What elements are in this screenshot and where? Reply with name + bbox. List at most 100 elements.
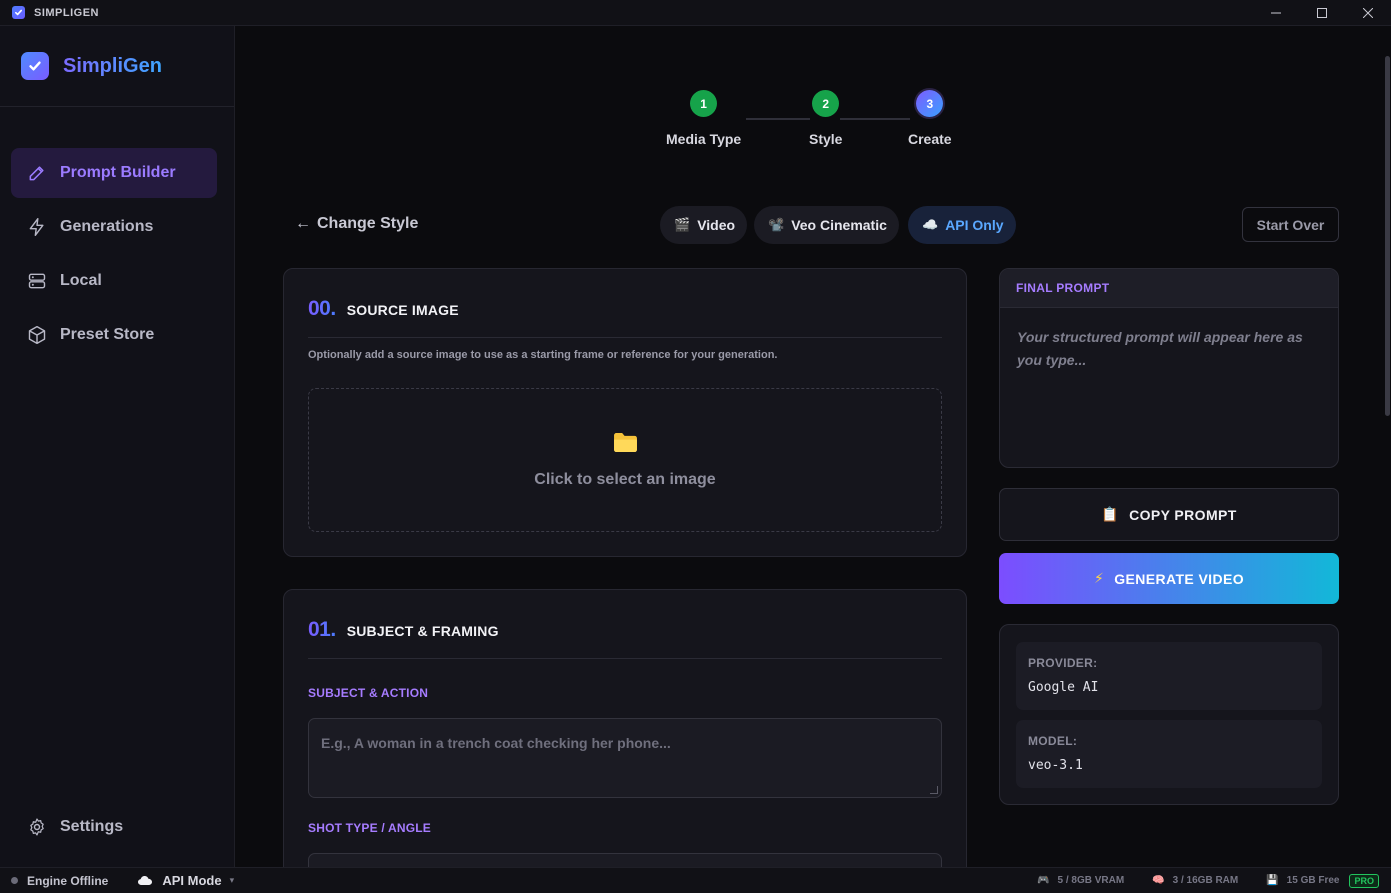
- sidebar-item-settings[interactable]: Settings: [11, 805, 218, 849]
- clapperboard-icon: 🎬: [674, 217, 691, 232]
- step-label: Media Type: [666, 131, 742, 147]
- brand-name: SimpliGen: [63, 54, 162, 77]
- step-connector: [840, 118, 910, 120]
- final-prompt-output: Your structured prompt will appear here …: [1017, 329, 1303, 368]
- main-content: 1 Media Type 2 Style 3 Create ← Change S…: [235, 26, 1383, 867]
- ram-stat: 🧠 3 / 16GB RAM: [1152, 875, 1238, 886]
- maximize-button[interactable]: [1299, 0, 1345, 26]
- step-number: 2: [812, 90, 840, 117]
- sidebar-item-preset-store[interactable]: Preset Store: [11, 310, 217, 360]
- provider-value: Google AI: [1028, 680, 1099, 695]
- minimize-icon: [1271, 12, 1281, 14]
- cloud-icon: [138, 876, 153, 885]
- shot-type-input[interactable]: [308, 853, 942, 867]
- title-bar: SIMPLIGEN: [0, 0, 1391, 26]
- main-scrollbar[interactable]: [1383, 26, 1391, 867]
- step-style[interactable]: 2 Style: [809, 90, 842, 147]
- arrow-left-icon: ←: [295, 215, 311, 232]
- resize-handle-icon[interactable]: [930, 786, 938, 794]
- sidebar: SimpliGen Prompt Builder Generations Loc…: [0, 26, 235, 867]
- close-button[interactable]: [1345, 0, 1391, 26]
- app-logo-icon: [12, 6, 25, 19]
- section-number: 01.: [308, 618, 336, 641]
- disk-value: 15 GB Free: [1286, 875, 1340, 886]
- gamepad-icon: 🎮: [1037, 875, 1050, 886]
- chip-api-only[interactable]: ☁️ API Only: [908, 206, 1016, 244]
- api-mode-selector[interactable]: API Mode ▾: [138, 873, 234, 888]
- vram-value: 5 / 8GB VRAM: [1057, 875, 1125, 886]
- clipboard-icon: 📋: [1101, 506, 1120, 522]
- section-number: 00.: [308, 297, 336, 320]
- model-key: MODEL:: [1028, 734, 1078, 748]
- floppy-disk-icon: 💾: [1266, 875, 1279, 886]
- model-box: MODEL: veo-3.1: [1016, 720, 1322, 788]
- change-style-label: Change Style: [317, 215, 419, 232]
- ram-value: 3 / 16GB RAM: [1172, 875, 1239, 886]
- chip-veo-cinematic[interactable]: 📽️ Veo Cinematic: [754, 206, 899, 244]
- step-label: Create: [908, 131, 952, 147]
- settings-label: Settings: [60, 818, 124, 835]
- engine-status-dot: [11, 877, 18, 884]
- divider: [308, 337, 942, 338]
- provider-key: PROVIDER:: [1028, 656, 1098, 670]
- sidebar-nav: Prompt Builder Generations Local Preset …: [0, 107, 234, 360]
- subject-action-input[interactable]: E.g., A woman in a trench coat checking …: [308, 718, 942, 798]
- server-icon: [28, 273, 46, 289]
- dropzone-label: Click to select an image: [534, 470, 716, 488]
- chevron-down-icon: ▾: [229, 875, 235, 885]
- box-icon: [28, 325, 46, 345]
- stepper: 1 Media Type 2 Style 3 Create: [662, 90, 962, 150]
- step-media-type[interactable]: 1 Media Type: [666, 90, 741, 147]
- sidebar-item-label: Generations: [60, 218, 154, 235]
- api-mode-label: API Mode: [162, 873, 222, 888]
- sidebar-item-generations[interactable]: Generations: [11, 202, 217, 252]
- pen-icon: [29, 166, 44, 181]
- start-over-button[interactable]: Start Over: [1242, 207, 1339, 242]
- sidebar-item-prompt-builder[interactable]: Prompt Builder: [11, 148, 217, 198]
- gear-icon: [30, 818, 44, 836]
- chip-label: API Only: [945, 217, 1004, 233]
- brain-icon: 🧠: [1152, 875, 1165, 886]
- generate-video-label: GENERATE VIDEO: [1114, 570, 1245, 587]
- card-header: 00. SOURCE IMAGE: [308, 297, 459, 321]
- pro-badge: PRO: [1349, 873, 1379, 888]
- step-connector: [746, 118, 810, 120]
- section-title: SOURCE IMAGE: [346, 302, 459, 318]
- subject-framing-card: 01. SUBJECT & FRAMING SUBJECT & ACTION E…: [283, 589, 967, 867]
- maximize-icon: [1317, 8, 1327, 18]
- lightning-icon: ⚡: [1093, 570, 1105, 586]
- copy-prompt-label: COPY PROMPT: [1129, 506, 1237, 523]
- change-style-button[interactable]: ← Change Style: [295, 215, 418, 233]
- sidebar-item-label: Preset Store: [60, 326, 155, 343]
- final-prompt-header: FINAL PROMPT: [1000, 269, 1338, 308]
- minimize-button[interactable]: [1253, 0, 1299, 26]
- cloud-icon: ☁️: [922, 217, 939, 232]
- vram-stat: 🎮 5 / 8GB VRAM: [1037, 875, 1124, 886]
- step-number: 1: [690, 90, 718, 117]
- divider: [308, 658, 942, 659]
- window-title: SIMPLIGEN: [34, 6, 100, 19]
- subject-action-label: SUBJECT & ACTION: [308, 686, 429, 700]
- image-dropzone[interactable]: Click to select an image: [308, 388, 942, 532]
- sidebar-item-label: Local: [60, 272, 102, 289]
- final-prompt-card: FINAL PROMPT Your structured prompt will…: [999, 268, 1339, 468]
- chip-video[interactable]: 🎬 Video: [660, 206, 748, 244]
- sidebar-item-local[interactable]: Local: [11, 256, 217, 306]
- bolt-icon: [29, 217, 44, 237]
- scrollbar-thumb[interactable]: [1385, 56, 1390, 416]
- folder-icon: [613, 432, 637, 452]
- source-image-card: 00. SOURCE IMAGE Optionally add a source…: [283, 268, 967, 557]
- chip-label: Veo Cinematic: [791, 217, 887, 233]
- generate-video-button[interactable]: ⚡ GENERATE VIDEO: [999, 553, 1339, 604]
- card-header: 01. SUBJECT & FRAMING: [308, 618, 499, 642]
- engine-status: Engine Offline: [27, 873, 109, 888]
- projector-icon: 📽️: [768, 217, 785, 232]
- close-icon: [1363, 8, 1373, 18]
- brand[interactable]: SimpliGen: [0, 26, 234, 107]
- shot-type-label: SHOT TYPE / ANGLE: [308, 821, 431, 835]
- brand-logo-icon: [21, 52, 49, 80]
- disk-stat: 💾 15 GB Free: [1266, 875, 1339, 886]
- copy-prompt-button[interactable]: 📋 COPY PROMPT: [999, 488, 1339, 541]
- step-create[interactable]: 3 Create: [908, 90, 952, 147]
- section-description: Optionally add a source image to use as …: [308, 349, 778, 361]
